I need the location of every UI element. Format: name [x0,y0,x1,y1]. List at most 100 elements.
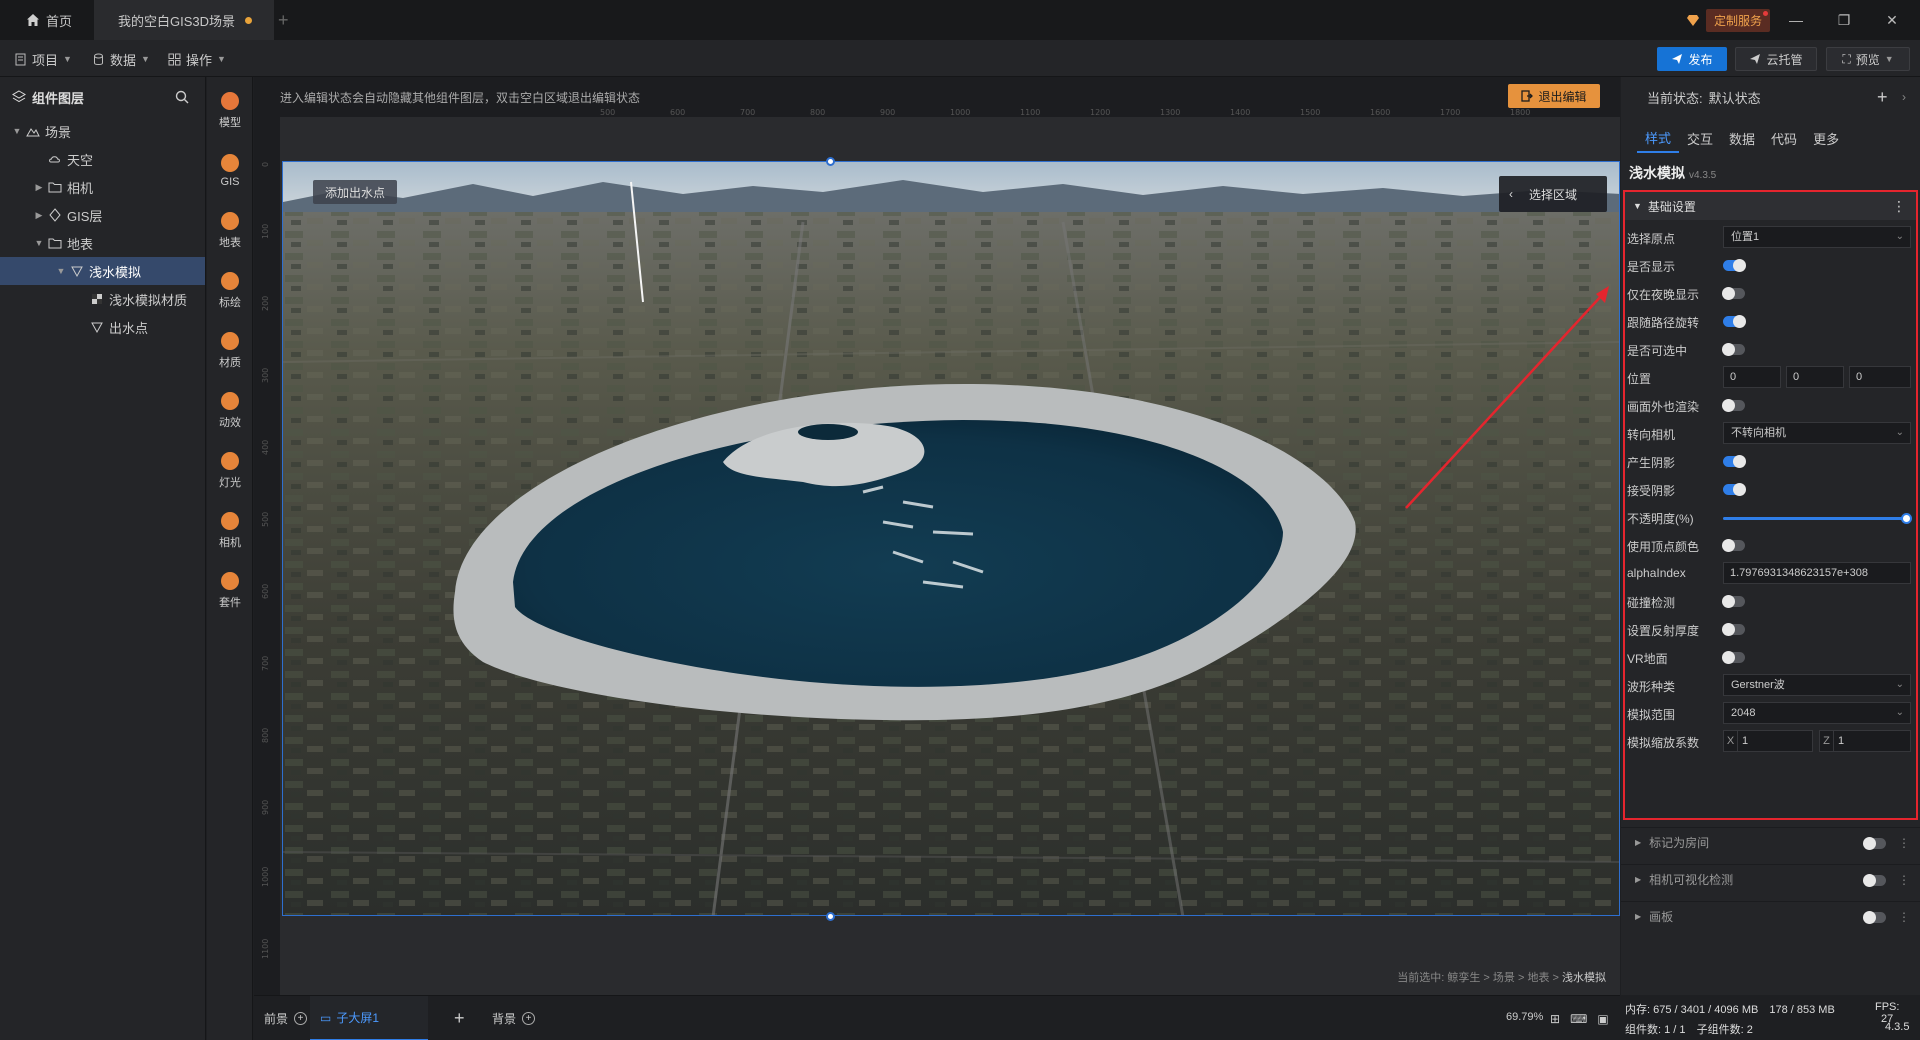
section-canvas[interactable]: ▶ 画板 ⋮ [1621,901,1920,931]
vertex-color-toggle[interactable] [1722,539,1745,552]
add-state-icon[interactable]: + [1877,87,1888,108]
add-circle-icon[interactable]: + [294,1012,308,1025]
cast-shadow-toggle[interactable] [1723,455,1746,468]
tool-6[interactable]: 灯光 [207,443,253,499]
ruler-tick-label: 500 [261,512,270,527]
console-icon[interactable]: ▣ [1597,1012,1608,1026]
property-tab[interactable]: 样式 [1637,123,1680,153]
add-circle-icon[interactable]: + [522,1012,536,1025]
position-x-input[interactable]: 0 [1723,366,1781,388]
property-tab[interactable]: 交互 [1679,123,1721,153]
preview-button[interactable]: ⛶ 预览 ▼ [1826,47,1910,71]
keyboard-icon[interactable]: ⌨ [1570,1012,1587,1026]
wave-type-select[interactable]: Gerstner波 ⌄ [1723,674,1911,696]
visible-toggle[interactable] [1723,259,1746,272]
reflect-thickness-toggle[interactable] [1722,623,1745,636]
background-tab[interactable]: 背景 + [492,996,536,1040]
publish-button[interactable]: 发布 [1657,47,1727,71]
caret-right-icon[interactable]: ▶ [34,210,44,221]
triangle-icon [91,322,103,334]
basic-settings-header[interactable]: ▼ 基础设置 ⋮ [1625,192,1916,220]
tree-item[interactable]: ▼ 浅水模拟 [0,257,205,285]
more-vertical-icon[interactable]: ⋮ [1898,836,1910,850]
tool-label: 地表 [219,237,241,249]
offscreen-toggle[interactable] [1722,399,1745,412]
tree-item[interactable]: ▶ GIS层 [0,201,205,229]
section-mark-room[interactable]: ▶ 标记为房间 ⋮ [1621,827,1920,857]
add-water-point-button[interactable]: 添加出水点 [313,180,398,204]
more-vertical-icon[interactable]: ⋮ [1898,910,1910,924]
camera-visibility-toggle[interactable] [1863,874,1886,887]
menu-project[interactable]: 项目 ▼ [14,48,72,70]
exit-edit-button[interactable]: 退出编辑 [1508,84,1600,108]
minimize-button[interactable]: — [1784,8,1808,32]
menu-data[interactable]: 数据 ▼ [92,48,150,70]
tree-item[interactable]: ▼ 场景 [0,117,205,145]
caret-down-icon[interactable]: ▼ [56,266,66,276]
vr-ground-toggle[interactable] [1722,651,1745,664]
tool-3[interactable]: 标绘 [207,263,253,319]
property-tab[interactable]: 更多 [1805,123,1847,153]
add-screen-button[interactable]: + [454,996,465,1040]
alpha-index-input[interactable]: 1.7976931348623157e+308 [1723,562,1911,584]
close-button[interactable]: ✕ [1880,8,1904,32]
resize-handle-bottom[interactable] [826,912,835,921]
tool-1[interactable]: GIS [207,143,253,199]
search-icon[interactable] [175,90,189,104]
origin-select[interactable]: 位置1 ⌄ [1723,226,1911,248]
property-tab[interactable]: 代码 [1763,123,1805,153]
tree-item[interactable]: 出水点 [0,313,205,341]
position-z-input[interactable]: 0 [1849,366,1911,388]
property-tab[interactable]: 数据 [1721,123,1763,153]
tool-7[interactable]: 相机 [207,503,253,559]
receive-shadow-toggle[interactable] [1723,483,1746,496]
state-value[interactable]: 默认状态 [1709,88,1761,107]
resize-handle-top[interactable] [826,157,835,166]
tree-item[interactable]: 浅水模拟材质 [0,285,205,313]
follow-path-toggle[interactable] [1723,315,1746,328]
add-tab-button[interactable]: + [278,0,302,40]
sub-screen-tab[interactable]: ▭ 子大屏1 [310,996,428,1040]
cloud-hosting-button[interactable]: 云托管 [1735,47,1817,71]
tool-4[interactable]: 材质 [207,323,253,379]
menu-operation[interactable]: 操作 ▼ [168,48,226,70]
tree-item[interactable]: ▶ 相机 [0,173,205,201]
tree-item[interactable]: 天空 [0,145,205,173]
caret-down-icon[interactable]: ▼ [12,126,22,136]
select-area-button[interactable]: ‹ 选择区域 [1499,176,1607,212]
collision-toggle[interactable] [1722,595,1745,608]
opacity-slider[interactable] [1723,513,1912,524]
sim-scale-z-input[interactable]: Z1 [1819,730,1911,752]
ruler-tick-label: 900 [880,108,895,117]
tool-8[interactable]: 套件 [207,563,253,619]
more-vertical-icon[interactable]: ⋮ [1898,873,1910,887]
custom-service[interactable]: 定制服务 [1686,8,1771,32]
sim-scale-x-input[interactable]: X1 [1723,730,1813,752]
tree-item[interactable]: ▼ 地表 [0,229,205,257]
breadcrumb-item: 鲸孪生 [1447,972,1481,984]
night-only-toggle[interactable] [1722,287,1745,300]
restore-button[interactable]: ❐ [1832,8,1856,32]
slider-knob[interactable] [1901,513,1912,524]
prop-label: 设置反射厚度 [1627,624,1700,638]
tool-2[interactable]: 地表 [207,203,253,259]
tool-5[interactable]: 动效 [207,383,253,439]
fit-screen-icon[interactable]: ⊞ [1550,1012,1560,1026]
chevron-right-icon[interactable]: › [1902,90,1906,104]
tab-home[interactable]: 首页 [0,0,94,40]
more-vertical-icon[interactable]: ⋮ [1892,198,1906,215]
section-camera-visibility[interactable]: ▶ 相机可视化检测 ⋮ [1621,864,1920,894]
caret-down-icon[interactable]: ▼ [34,238,44,248]
sim-range-select[interactable]: 2048 ⌄ [1723,702,1911,724]
tool-0[interactable]: 模型 [207,83,253,139]
position-y-input[interactable]: 0 [1786,366,1844,388]
caret-right-icon[interactable]: ▶ [34,182,44,193]
selectable-toggle[interactable] [1722,343,1745,356]
canvas-toggle[interactable] [1863,911,1886,924]
mark-room-toggle[interactable] [1863,837,1886,850]
folder-icon [48,238,62,249]
scene-canvas[interactable]: 添加出水点 ‹ 选择区域 [282,161,1620,916]
tab-scene[interactable]: 我的空白GIS3D场景 [94,0,274,40]
face-camera-select[interactable]: 不转向相机 ⌄ [1723,422,1911,444]
foreground-tab[interactable]: 前景 + [264,996,308,1040]
